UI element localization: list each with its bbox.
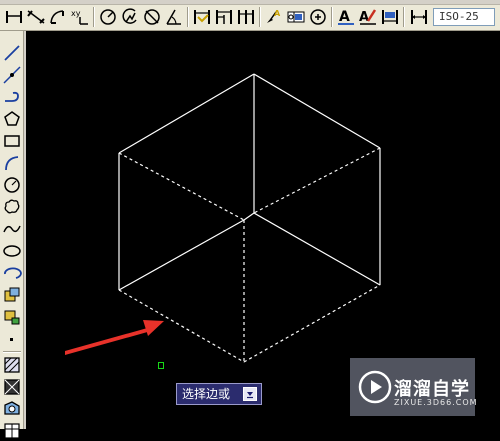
- dimension-text-edit-icon[interactable]: A: [358, 7, 378, 27]
- command-prompt-tooltip[interactable]: 选择边或: [176, 383, 262, 405]
- cube-edge-dashed[interactable]: [243, 284, 381, 363]
- svg-text:A: A: [274, 9, 281, 18]
- svg-text:A: A: [339, 9, 350, 25]
- cube-edge[interactable]: [253, 73, 381, 149]
- ellipse-icon[interactable]: [2, 241, 22, 261]
- arrow-head: [143, 320, 164, 336]
- quick-leader-icon[interactable]: A: [264, 7, 284, 27]
- make-block-icon[interactable]: [2, 307, 22, 327]
- angular-dimension-icon[interactable]: [164, 7, 184, 27]
- hatch-icon[interactable]: [2, 355, 22, 375]
- dimension-style-icon[interactable]: [409, 7, 429, 27]
- dropdown-arrow-icon[interactable]: [243, 387, 257, 401]
- toolbar-separator: [187, 7, 189, 27]
- toolbar-separator: [259, 7, 261, 27]
- line-icon[interactable]: [2, 43, 22, 63]
- dimension-toolbar: xy A A A ISO-25: [0, 0, 500, 31]
- dimension-update-icon[interactable]: [380, 7, 400, 27]
- quick-dimension-icon[interactable]: [192, 7, 212, 27]
- annotation-arrow: [65, 320, 164, 355]
- tolerance-icon[interactable]: [286, 7, 306, 27]
- toolbar-separator: [93, 7, 95, 27]
- cube-edge[interactable]: [243, 212, 255, 221]
- cube-edge-dashed[interactable]: [253, 147, 381, 214]
- insert-block-icon[interactable]: [2, 285, 22, 305]
- ordinate-dimension-icon[interactable]: xy: [70, 7, 90, 27]
- cube-edge-dashed[interactable]: [118, 152, 245, 221]
- center-mark-icon[interactable]: [308, 7, 328, 27]
- continue-dimension-icon[interactable]: [236, 7, 256, 27]
- watermark-subtitle: ZIXUE.3D66.COM: [394, 398, 478, 407]
- ellipse-arc-icon[interactable]: [2, 263, 22, 283]
- radius-dimension-icon[interactable]: [98, 7, 118, 27]
- arc-icon[interactable]: [2, 153, 22, 173]
- watermark-logo-icon: [358, 370, 392, 404]
- diameter-dimension-icon[interactable]: [142, 7, 162, 27]
- cube-edge[interactable]: [253, 212, 381, 286]
- cad-window: xy A A A ISO-25 选择边或 溜溜自学 ZIXUE.3D66.COM: [0, 0, 500, 439]
- point-icon[interactable]: [2, 329, 22, 349]
- table-icon[interactable]: [2, 421, 22, 441]
- toolbar-separator: [331, 7, 333, 27]
- linear-dimension-icon[interactable]: [4, 7, 24, 27]
- prompt-text: 选择边或: [182, 387, 231, 401]
- jogged-dimension-icon[interactable]: [120, 7, 140, 27]
- polygon-icon[interactable]: [2, 109, 22, 129]
- revision-cloud-icon[interactable]: [2, 197, 22, 217]
- toolbar-separator: [403, 7, 405, 27]
- cursor-pickbox: [158, 362, 164, 369]
- region-icon[interactable]: [2, 399, 22, 419]
- aligned-dimension-icon[interactable]: [26, 7, 46, 27]
- draw-toolbar: [0, 31, 24, 439]
- construction-line-icon[interactable]: [2, 65, 22, 85]
- polyline-icon[interactable]: [2, 87, 22, 107]
- gradient-icon[interactable]: [2, 377, 22, 397]
- rectangle-icon[interactable]: [2, 131, 22, 151]
- spline-icon[interactable]: [2, 219, 22, 239]
- svg-text:A: A: [359, 10, 369, 25]
- svg-text:xy: xy: [71, 9, 81, 18]
- dimension-style-select[interactable]: ISO-25: [433, 8, 495, 26]
- baseline-dimension-icon[interactable]: [214, 7, 234, 27]
- circle-icon[interactable]: [2, 175, 22, 195]
- arc-length-dimension-icon[interactable]: [48, 7, 68, 27]
- cube-edge-dashed[interactable]: [118, 289, 245, 363]
- arrow-shaft: [65, 327, 151, 355]
- cube-edge[interactable]: [118, 219, 245, 291]
- toolbar-separator: [3, 351, 21, 353]
- dimension-edit-icon[interactable]: A: [336, 7, 356, 27]
- cube-edge[interactable]: [118, 73, 255, 154]
